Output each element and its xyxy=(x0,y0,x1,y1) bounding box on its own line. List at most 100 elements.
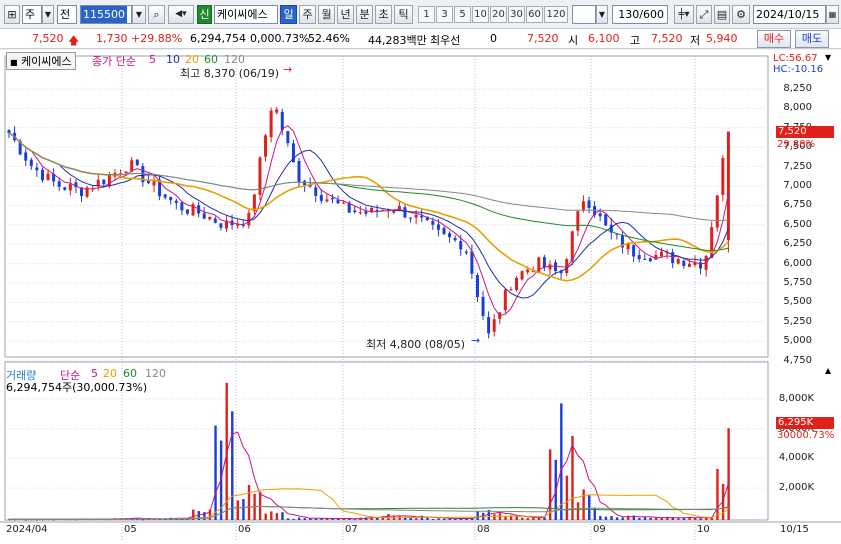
candle-body xyxy=(442,227,446,235)
stock-name-field[interactable]: 케이씨에스 xyxy=(214,5,278,24)
step-1-button[interactable]: 1 xyxy=(418,6,435,23)
step-20-button[interactable]: 20 xyxy=(490,6,507,23)
period-minute-button[interactable]: 분 xyxy=(356,5,373,24)
speaker-icon[interactable]: ◀▾ xyxy=(168,5,194,24)
candle-body xyxy=(185,209,189,214)
candle-body xyxy=(180,202,184,211)
candle-body xyxy=(63,187,67,190)
candle-body xyxy=(46,173,50,180)
volume-ratio: 0,000.73% xyxy=(250,32,310,45)
candle-body xyxy=(364,211,368,214)
period-second-button[interactable]: 초 xyxy=(375,5,392,24)
ma-10-line xyxy=(8,132,729,299)
chart-area[interactable]: ■ 케이씨에스 종가 단순 5 10 20 60 120 LC:56.67 HC… xyxy=(0,50,841,544)
volume-bar xyxy=(270,511,273,520)
volume-bar xyxy=(548,449,552,520)
price-axis-tick: 7,250 xyxy=(783,160,812,172)
step-30-button[interactable]: 30 xyxy=(508,6,525,23)
step-60-button[interactable]: 60 xyxy=(526,6,543,23)
volume-bar xyxy=(281,512,284,520)
ma-120-line xyxy=(8,132,729,222)
volume-bar xyxy=(576,502,580,520)
period-month-button[interactable]: 월 xyxy=(318,5,335,24)
sell-button[interactable]: 매도 xyxy=(795,30,829,48)
volume-bar xyxy=(264,513,267,520)
count-field[interactable]: 130/600 xyxy=(612,5,668,24)
lc-value: LC:56.67 xyxy=(773,53,818,64)
candle-body xyxy=(68,184,72,191)
candle-body xyxy=(487,316,491,334)
volume-ma-20-line xyxy=(8,488,729,520)
chevron-down-icon[interactable]: ▼ xyxy=(596,5,608,24)
volume-ma-5-line xyxy=(8,431,729,520)
candle-body xyxy=(403,207,407,218)
step-120-button[interactable]: 120 xyxy=(544,6,568,23)
candle-body xyxy=(202,213,206,219)
calendar-icon[interactable]: ▦ xyxy=(826,5,839,24)
order-type-select[interactable]: 전 xyxy=(57,5,77,24)
candle-body xyxy=(687,263,691,268)
candle-body xyxy=(280,111,284,131)
period-day-button[interactable]: 일 xyxy=(280,5,297,24)
candle-body xyxy=(325,199,329,202)
ma-20-line xyxy=(8,132,729,282)
low-value: 5,940 xyxy=(706,32,738,45)
stock-name-tag[interactable]: ■ 케이씨에스 xyxy=(6,52,76,70)
candle-body xyxy=(102,179,106,185)
market-type-select[interactable]: 주 xyxy=(22,5,42,24)
indicator-icon[interactable]: ▤ xyxy=(714,5,730,24)
candle-body xyxy=(213,218,217,223)
best-bid-price: 7,520 xyxy=(527,32,559,45)
custom-step-input[interactable] xyxy=(572,5,596,24)
price-axis-tick: 5,500 xyxy=(783,296,812,308)
step-5-button[interactable]: 5 xyxy=(454,6,471,23)
price-axis-tick: 6,500 xyxy=(783,218,812,230)
volume-bar xyxy=(258,491,262,520)
step-3-button[interactable]: 3 xyxy=(436,6,453,23)
code-input[interactable]: 115500 xyxy=(80,5,132,24)
buy-button[interactable]: 매수 xyxy=(757,30,791,48)
volume-axis-tick: 8,000K xyxy=(778,393,814,404)
volume-summary: 6,294,754주(30,000.73%) xyxy=(6,381,148,394)
last-volume-tag: 6,295K xyxy=(776,417,834,429)
candle-body xyxy=(721,158,725,195)
price-volume-chart[interactable] xyxy=(0,50,841,544)
panel-menu-icon[interactable]: ▲ xyxy=(825,366,831,375)
market-type-value: 주 xyxy=(25,8,36,21)
candle-body xyxy=(314,187,318,196)
candle-body xyxy=(475,275,479,298)
candle-body xyxy=(503,289,507,311)
window-menu-icon[interactable]: ⊞ xyxy=(4,5,20,24)
open-label: 시 xyxy=(568,34,579,47)
panel-menu-icon[interactable]: ▼ xyxy=(825,53,831,62)
price-axis-tick: 6,250 xyxy=(783,238,812,250)
draw-tool-icon[interactable]: ⤢ xyxy=(696,5,712,24)
volume-bar xyxy=(247,485,251,520)
date-field[interactable]: 2024/10/15 xyxy=(753,5,826,24)
search-icon[interactable]: ⌕ xyxy=(148,5,165,24)
period-tick-button[interactable]: 틱 xyxy=(394,5,413,24)
step-10-button[interactable]: 10 xyxy=(472,6,489,23)
candle-body xyxy=(174,200,178,203)
candle-body xyxy=(598,213,602,217)
period-year-button[interactable]: 년 xyxy=(337,5,354,24)
candle-body xyxy=(682,260,686,267)
chevron-down-icon[interactable]: ▼ xyxy=(42,5,54,24)
candle-type-icon[interactable]: ╪▾ xyxy=(674,5,694,24)
change-percent: +29.88% xyxy=(131,32,183,45)
best-bid-value: 0 xyxy=(490,32,497,45)
candle-body xyxy=(576,211,580,231)
candle-body xyxy=(715,195,719,228)
candle-body xyxy=(358,212,362,214)
chevron-down-icon[interactable]: ▼ xyxy=(132,5,146,24)
low-annotation: 최저 4,800 (08/05) xyxy=(366,338,466,351)
toolbar: ⊞ 주 ▼ 전 115500 ▼ ⌕ ◀▾ 신 케이씨에스 일 주 월 년 분 … xyxy=(0,0,841,29)
volume-bar xyxy=(337,518,340,520)
period-week-button[interactable]: 주 xyxy=(299,5,316,24)
price-axis-tick: 8,250 xyxy=(783,83,812,94)
trade-amount: 44,283백만 xyxy=(368,34,427,47)
gear-icon[interactable]: ⚙ xyxy=(732,5,750,24)
candle-body xyxy=(515,277,518,290)
quote-bar: 7,520 🡅 1,730 +29.88% 6,294,754 0,000.73… xyxy=(0,29,841,49)
volume-bar xyxy=(231,411,234,520)
